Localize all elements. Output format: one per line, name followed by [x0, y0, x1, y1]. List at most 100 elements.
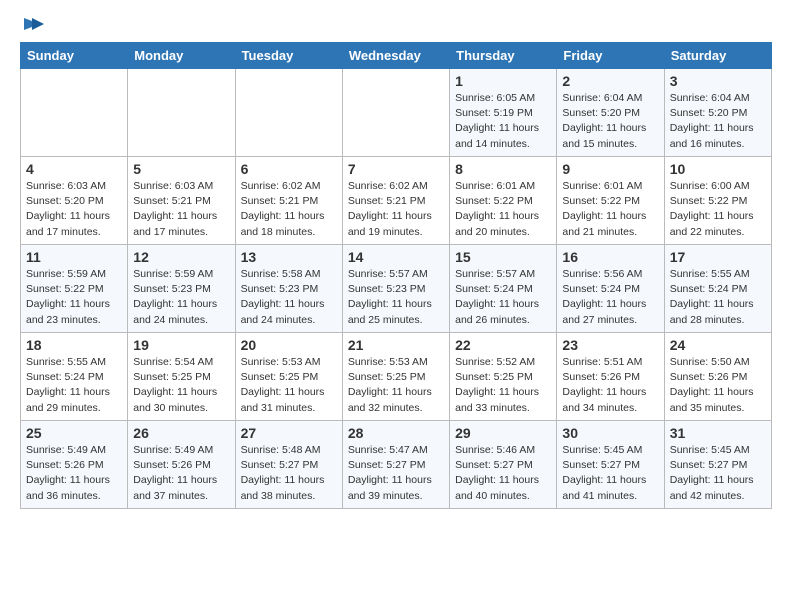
day-info: Sunrise: 5:53 AM Sunset: 5:25 PM Dayligh…	[348, 355, 444, 416]
day-number: 31	[670, 425, 766, 441]
calendar-cell: 20 Sunrise: 5:53 AM Sunset: 5:25 PM Dayli…	[235, 333, 342, 421]
day-number: 7	[348, 161, 444, 177]
logo	[20, 16, 44, 32]
calendar-week-4: 25 Sunrise: 5:49 AM Sunset: 5:26 PM Dayli…	[21, 421, 772, 509]
calendar-cell: 21 Sunrise: 5:53 AM Sunset: 5:25 PM Dayli…	[342, 333, 449, 421]
day-number: 2	[562, 73, 658, 89]
day-info: Sunrise: 6:05 AM Sunset: 5:19 PM Dayligh…	[455, 91, 551, 152]
day-info: Sunrise: 6:04 AM Sunset: 5:20 PM Dayligh…	[670, 91, 766, 152]
calendar-cell: 25Sunrise: 5:49 AM Sunset: 5:26 PM Dayli…	[21, 421, 128, 509]
day-info: Sunrise: 5:59 AM Sunset: 5:22 PM Dayligh…	[26, 267, 122, 328]
day-info: Sunrise: 5:58 AM Sunset: 5:23 PM Dayligh…	[241, 267, 337, 328]
calendar-cell: 12 Sunrise: 5:59 AM Sunset: 5:23 PM Dayli…	[128, 245, 235, 333]
day-number: 16	[562, 249, 658, 265]
day-number: 8	[455, 161, 551, 177]
col-header-monday: Monday	[128, 43, 235, 69]
day-info: Sunrise: 6:02 AM Sunset: 5:21 PM Dayligh…	[348, 179, 444, 240]
day-info: Sunrise: 5:52 AM Sunset: 5:25 PM Dayligh…	[455, 355, 551, 416]
calendar-table: SundayMondayTuesdayWednesdayThursdayFrid…	[20, 42, 772, 509]
day-number: 30	[562, 425, 658, 441]
day-number: 3	[670, 73, 766, 89]
calendar-cell: 2 Sunrise: 6:04 AM Sunset: 5:20 PM Daylig…	[557, 69, 664, 157]
day-info: Sunrise: 5:51 AM Sunset: 5:26 PM Dayligh…	[562, 355, 658, 416]
calendar-cell: 31Sunrise: 5:45 AM Sunset: 5:27 PM Dayli…	[664, 421, 771, 509]
calendar-cell: 1 Sunrise: 6:05 AM Sunset: 5:19 PM Daylig…	[450, 69, 557, 157]
calendar-cell: 13Sunrise: 5:58 AM Sunset: 5:23 PM Dayli…	[235, 245, 342, 333]
col-header-thursday: Thursday	[450, 43, 557, 69]
day-number: 20	[241, 337, 337, 353]
calendar-cell: 6 Sunrise: 6:02 AM Sunset: 5:21 PM Daylig…	[235, 157, 342, 245]
day-info: Sunrise: 6:02 AM Sunset: 5:21 PM Dayligh…	[241, 179, 337, 240]
day-number: 29	[455, 425, 551, 441]
day-number: 23	[562, 337, 658, 353]
day-info: Sunrise: 5:59 AM Sunset: 5:23 PM Dayligh…	[133, 267, 229, 328]
calendar-cell: 26 Sunrise: 5:49 AM Sunset: 5:26 PM Dayli…	[128, 421, 235, 509]
calendar-cell: 28Sunrise: 5:47 AM Sunset: 5:27 PM Dayli…	[342, 421, 449, 509]
day-info: Sunrise: 5:50 AM Sunset: 5:26 PM Dayligh…	[670, 355, 766, 416]
day-number: 21	[348, 337, 444, 353]
calendar-cell: 9 Sunrise: 6:01 AM Sunset: 5:22 PM Daylig…	[557, 157, 664, 245]
calendar-cell: 27 Sunrise: 5:48 AM Sunset: 5:27 PM Dayli…	[235, 421, 342, 509]
col-header-wednesday: Wednesday	[342, 43, 449, 69]
day-number: 9	[562, 161, 658, 177]
day-info: Sunrise: 5:48 AM Sunset: 5:27 PM Dayligh…	[241, 443, 337, 504]
calendar-cell: 23 Sunrise: 5:51 AM Sunset: 5:26 PM Dayli…	[557, 333, 664, 421]
col-header-saturday: Saturday	[664, 43, 771, 69]
calendar-cell	[235, 69, 342, 157]
day-number: 11	[26, 249, 122, 265]
day-info: Sunrise: 5:47 AM Sunset: 5:27 PM Dayligh…	[348, 443, 444, 504]
day-number: 15	[455, 249, 551, 265]
day-info: Sunrise: 5:45 AM Sunset: 5:27 PM Dayligh…	[562, 443, 658, 504]
calendar-cell: 4Sunrise: 6:03 AM Sunset: 5:20 PM Daylig…	[21, 157, 128, 245]
calendar-cell: 19 Sunrise: 5:54 AM Sunset: 5:25 PM Dayli…	[128, 333, 235, 421]
day-info: Sunrise: 5:55 AM Sunset: 5:24 PM Dayligh…	[670, 267, 766, 328]
calendar-cell: 17 Sunrise: 5:55 AM Sunset: 5:24 PM Dayli…	[664, 245, 771, 333]
logo-icon	[22, 16, 44, 32]
day-info: Sunrise: 5:49 AM Sunset: 5:26 PM Dayligh…	[133, 443, 229, 504]
day-number: 22	[455, 337, 551, 353]
calendar-cell: 5 Sunrise: 6:03 AM Sunset: 5:21 PM Daylig…	[128, 157, 235, 245]
day-number: 27	[241, 425, 337, 441]
day-info: Sunrise: 6:00 AM Sunset: 5:22 PM Dayligh…	[670, 179, 766, 240]
day-info: Sunrise: 5:46 AM Sunset: 5:27 PM Dayligh…	[455, 443, 551, 504]
calendar-header: SundayMondayTuesdayWednesdayThursdayFrid…	[21, 43, 772, 69]
day-info: Sunrise: 5:54 AM Sunset: 5:25 PM Dayligh…	[133, 355, 229, 416]
day-info: Sunrise: 6:01 AM Sunset: 5:22 PM Dayligh…	[455, 179, 551, 240]
day-info: Sunrise: 5:53 AM Sunset: 5:25 PM Dayligh…	[241, 355, 337, 416]
day-number: 14	[348, 249, 444, 265]
day-number: 25	[26, 425, 122, 441]
day-number: 17	[670, 249, 766, 265]
day-info: Sunrise: 5:57 AM Sunset: 5:24 PM Dayligh…	[455, 267, 551, 328]
calendar-cell: 8 Sunrise: 6:01 AM Sunset: 5:22 PM Daylig…	[450, 157, 557, 245]
calendar-cell: 7 Sunrise: 6:02 AM Sunset: 5:21 PM Daylig…	[342, 157, 449, 245]
day-info: Sunrise: 6:01 AM Sunset: 5:22 PM Dayligh…	[562, 179, 658, 240]
day-number: 4	[26, 161, 122, 177]
day-info: Sunrise: 6:04 AM Sunset: 5:20 PM Dayligh…	[562, 91, 658, 152]
calendar-week-0: 1 Sunrise: 6:05 AM Sunset: 5:19 PM Daylig…	[21, 69, 772, 157]
day-number: 24	[670, 337, 766, 353]
calendar-week-2: 11 Sunrise: 5:59 AM Sunset: 5:22 PM Dayli…	[21, 245, 772, 333]
day-info: Sunrise: 5:57 AM Sunset: 5:23 PM Dayligh…	[348, 267, 444, 328]
calendar-cell: 10 Sunrise: 6:00 AM Sunset: 5:22 PM Dayli…	[664, 157, 771, 245]
day-number: 10	[670, 161, 766, 177]
calendar-cell: 29 Sunrise: 5:46 AM Sunset: 5:27 PM Dayli…	[450, 421, 557, 509]
calendar-cell: 16Sunrise: 5:56 AM Sunset: 5:24 PM Dayli…	[557, 245, 664, 333]
calendar-cell: 14 Sunrise: 5:57 AM Sunset: 5:23 PM Dayli…	[342, 245, 449, 333]
day-number: 19	[133, 337, 229, 353]
calendar-cell: 11 Sunrise: 5:59 AM Sunset: 5:22 PM Dayli…	[21, 245, 128, 333]
col-header-sunday: Sunday	[21, 43, 128, 69]
calendar-week-1: 4Sunrise: 6:03 AM Sunset: 5:20 PM Daylig…	[21, 157, 772, 245]
calendar-cell: 3 Sunrise: 6:04 AM Sunset: 5:20 PM Daylig…	[664, 69, 771, 157]
day-number: 26	[133, 425, 229, 441]
day-number: 5	[133, 161, 229, 177]
day-info: Sunrise: 5:55 AM Sunset: 5:24 PM Dayligh…	[26, 355, 122, 416]
page-header	[20, 16, 772, 32]
day-number: 6	[241, 161, 337, 177]
day-number: 12	[133, 249, 229, 265]
calendar-week-3: 18 Sunrise: 5:55 AM Sunset: 5:24 PM Dayli…	[21, 333, 772, 421]
day-number: 18	[26, 337, 122, 353]
col-header-friday: Friday	[557, 43, 664, 69]
day-number: 1	[455, 73, 551, 89]
day-info: Sunrise: 6:03 AM Sunset: 5:21 PM Dayligh…	[133, 179, 229, 240]
col-header-tuesday: Tuesday	[235, 43, 342, 69]
